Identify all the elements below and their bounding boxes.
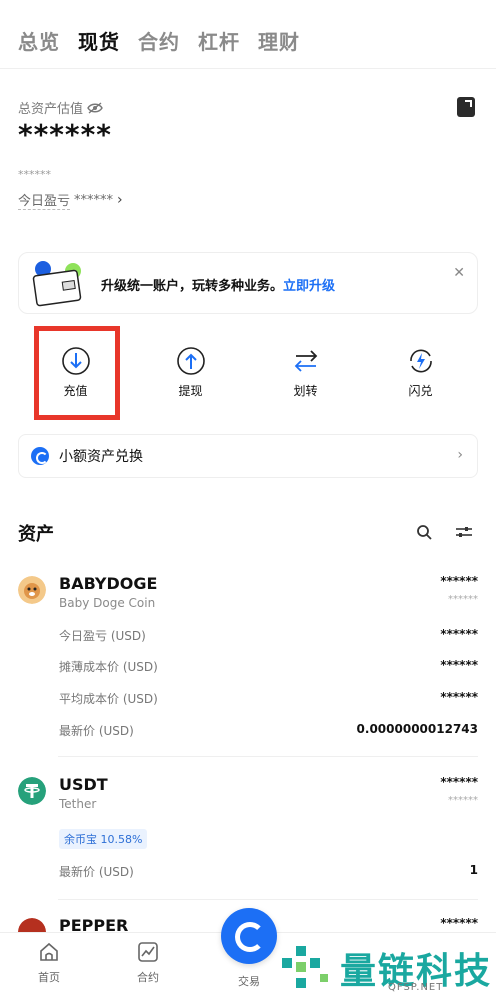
today-pnl-value: ******: [74, 192, 114, 208]
small-asset-swap-label: 小额资产兑换: [59, 449, 143, 465]
transfer-icon: [294, 350, 317, 372]
watermark-logo-icon: [282, 946, 328, 988]
divider: [58, 899, 478, 900]
highlight-box: [34, 326, 120, 420]
flash-swap-label: 闪兑: [408, 384, 433, 398]
total-assets-text: 总资产估值: [18, 102, 84, 117]
watermark: 量链科技 QFSP.NET: [278, 936, 496, 1000]
usdt-coin-icon: [18, 777, 46, 805]
row-value: ******: [440, 690, 478, 704]
wallet-illustration-icon: [32, 261, 82, 307]
asset-amount: ******: [440, 775, 478, 789]
row-value: ******: [440, 627, 478, 641]
tab-margin[interactable]: 杠杆: [198, 26, 240, 55]
banner-message: 升级统一账户，玩转多种业务。: [101, 279, 284, 294]
tab-futures[interactable]: 合约: [138, 26, 180, 55]
home-icon: [40, 942, 58, 961]
withdraw-icon: [176, 347, 205, 375]
filter-icon[interactable]: [455, 524, 473, 540]
asset-amount: ******: [440, 574, 478, 588]
asset-row: 平均成本价 (USD) ******: [59, 690, 478, 707]
records-icon[interactable]: [457, 97, 475, 117]
transfer-label: 划转: [293, 384, 318, 398]
nav-home[interactable]: 首页: [19, 941, 79, 985]
chart-icon: [138, 942, 158, 962]
today-pnl[interactable]: 今日盈亏 ****** ›: [18, 190, 123, 210]
total-assets-label: 总资产估值: [18, 98, 103, 117]
row-label: 摊薄成本价 (USD): [59, 660, 158, 674]
tab-spot[interactable]: 现货: [78, 26, 120, 55]
eye-off-icon[interactable]: [87, 101, 103, 114]
search-icon[interactable]: [416, 524, 432, 540]
today-pnl-label: 今日盈亏: [18, 190, 71, 210]
total-assets-sub: ******: [18, 168, 51, 181]
asset-symbol: USDT: [59, 775, 108, 794]
asset-row: 今日盈亏 (USD) ******: [59, 627, 478, 644]
chevron-right-icon: ›: [457, 447, 463, 463]
flash-swap-button[interactable]: 闪兑: [381, 346, 461, 416]
asset-babydoge[interactable]: BABYDOGE Baby Doge Coin ****** ****** 今日…: [18, 574, 478, 744]
nav-home-label: 首页: [38, 971, 60, 984]
watermark-sub: QFSP.NET: [388, 982, 444, 993]
row-label: 今日盈亏 (USD): [59, 629, 146, 643]
banner-text: 升级统一账户，玩转多种业务。立即升级: [101, 275, 335, 294]
row-value: 1: [469, 863, 478, 877]
asset-name: Baby Doge Coin: [59, 596, 156, 610]
trade-icon[interactable]: [221, 908, 277, 964]
nav-trade-label[interactable]: 交易: [224, 973, 274, 989]
earn-badge[interactable]: 余币宝 10.58%: [59, 829, 148, 849]
nav-futures-label: 合约: [137, 971, 159, 984]
chevron-right-icon: ›: [117, 192, 123, 208]
asset-amount-sub: ******: [448, 594, 478, 605]
asset-symbol: BABYDOGE: [59, 574, 158, 593]
tab-overview[interactable]: 总览: [18, 26, 60, 55]
withdraw-button[interactable]: 提现: [151, 346, 231, 416]
asset-row: 最新价 (USD) 1: [59, 863, 478, 880]
asset-amount-sub: ******: [448, 795, 478, 806]
swap-coin-icon: [31, 447, 49, 465]
asset-name: Tether: [59, 797, 97, 811]
nav-futures[interactable]: 合约: [118, 941, 178, 985]
tab-earn[interactable]: 理财: [258, 26, 300, 55]
total-assets-value: ******: [18, 118, 112, 151]
asset-amount: ******: [440, 916, 478, 930]
upgrade-link[interactable]: 立即升级: [283, 279, 335, 294]
asset-row: 摊薄成本价 (USD) ******: [59, 658, 478, 675]
withdraw-label: 提现: [178, 384, 203, 398]
upgrade-banner[interactable]: 升级统一账户，玩转多种业务。立即升级 ✕: [18, 252, 478, 314]
top-tabs: 总览 现货 合约 杠杆 理财: [18, 26, 300, 55]
row-value: ******: [440, 658, 478, 672]
row-label: 平均成本价 (USD): [59, 692, 158, 706]
small-asset-swap[interactable]: 小额资产兑换 ›: [18, 434, 478, 478]
assets-title: 资产: [18, 524, 54, 545]
close-icon[interactable]: ✕: [453, 265, 465, 281]
flash-swap-icon: [409, 349, 432, 373]
row-label: 最新价 (USD): [59, 865, 134, 879]
row-label: 最新价 (USD): [59, 724, 134, 738]
babydoge-coin-icon: [18, 576, 46, 604]
transfer-button[interactable]: 划转: [266, 346, 346, 416]
asset-row: 最新价 (USD) 0.0000000012743: [59, 722, 478, 739]
divider: [58, 756, 478, 757]
row-value: 0.0000000012743: [356, 722, 478, 736]
divider: [0, 68, 496, 69]
